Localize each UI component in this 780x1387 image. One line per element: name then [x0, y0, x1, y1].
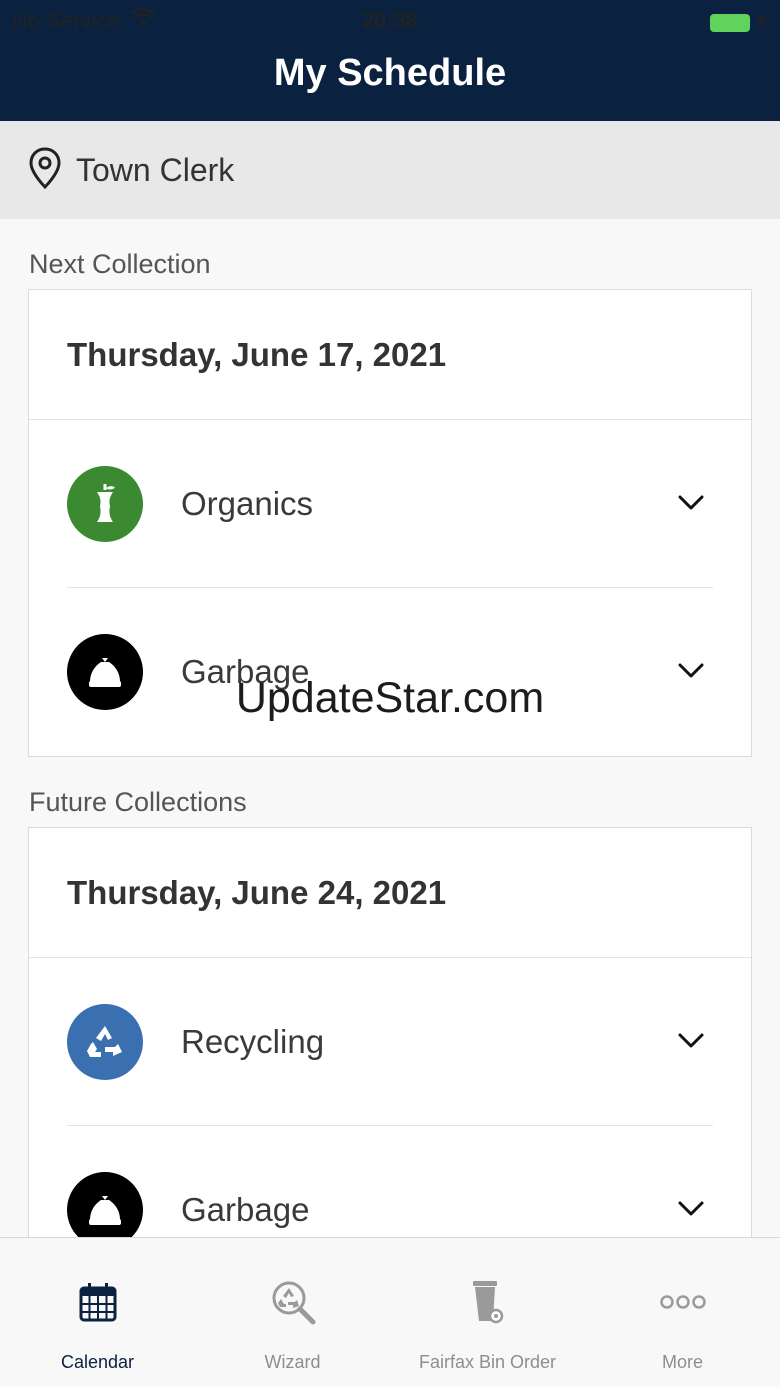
location-name: Town Clerk — [76, 151, 235, 188]
collection-label: Recycling — [181, 1023, 325, 1060]
calendar-icon — [79, 1278, 117, 1326]
tab-label: More — [661, 1352, 703, 1372]
tab-label: Wizard — [264, 1352, 321, 1372]
collection-label: Organics — [181, 485, 314, 522]
collection-row-organics[interactable]: Organics — [29, 420, 751, 588]
tab-label: Fairfax Bin Order — [418, 1352, 557, 1372]
recycle-search-icon — [270, 1278, 316, 1326]
charging-bolt-icon — [756, 10, 768, 35]
apple-core-icon — [67, 466, 143, 542]
status-bar: No Service 20:38 — [0, 0, 780, 40]
tab-wizard[interactable]: Wizard — [195, 1238, 390, 1387]
schedule-content[interactable]: Next Collection Thursday, June 17, 2021 … — [0, 219, 780, 1237]
chevron-down-icon[interactable] — [677, 494, 705, 517]
nav-bar: My Schedule — [0, 40, 780, 121]
collection-row-garbage[interactable]: Garbage — [29, 1126, 751, 1237]
collection-row-garbage[interactable]: Garbage — [29, 588, 751, 756]
chevron-down-icon[interactable] — [677, 662, 705, 685]
location-selector[interactable]: Town Clerk — [0, 121, 780, 219]
future-collections-heading: Future Collections — [29, 787, 247, 817]
collection-label: Garbage — [181, 1191, 310, 1228]
status-time: 20:38 — [361, 8, 419, 33]
tab-bar: Calendar Wizard Fairfax Bin Order More — [0, 1237, 780, 1387]
battery-group — [710, 10, 768, 35]
next-collection-heading: Next Collection — [29, 249, 211, 279]
garbage-bag-icon — [67, 1172, 143, 1237]
collection-row-recycling[interactable]: Recycling — [29, 958, 751, 1126]
page-title: My Schedule — [273, 52, 507, 94]
map-pin-icon — [28, 146, 62, 194]
chevron-down-icon[interactable] — [677, 1032, 705, 1055]
more-icon — [659, 1278, 706, 1326]
future-collection-card: Thursday, June 24, 2021 Recycling Garbag… — [28, 827, 752, 1237]
bin-icon — [470, 1278, 506, 1326]
tab-label: Calendar — [60, 1352, 135, 1372]
chevron-down-icon[interactable] — [677, 1200, 705, 1223]
tab-fairfax-bin-order[interactable]: Fairfax Bin Order — [390, 1238, 585, 1387]
garbage-bag-icon — [67, 634, 143, 710]
tab-calendar[interactable]: Calendar — [0, 1238, 195, 1387]
collection-date: Thursday, June 24, 2021 — [29, 828, 751, 958]
collection-label: Garbage — [181, 653, 310, 690]
recycle-icon — [67, 1004, 143, 1080]
battery-icon — [710, 13, 750, 32]
collection-date: Thursday, June 17, 2021 — [29, 290, 751, 420]
tab-more[interactable]: More — [585, 1238, 780, 1387]
next-collection-card: Thursday, June 17, 2021 Organics Garbage — [28, 289, 752, 757]
